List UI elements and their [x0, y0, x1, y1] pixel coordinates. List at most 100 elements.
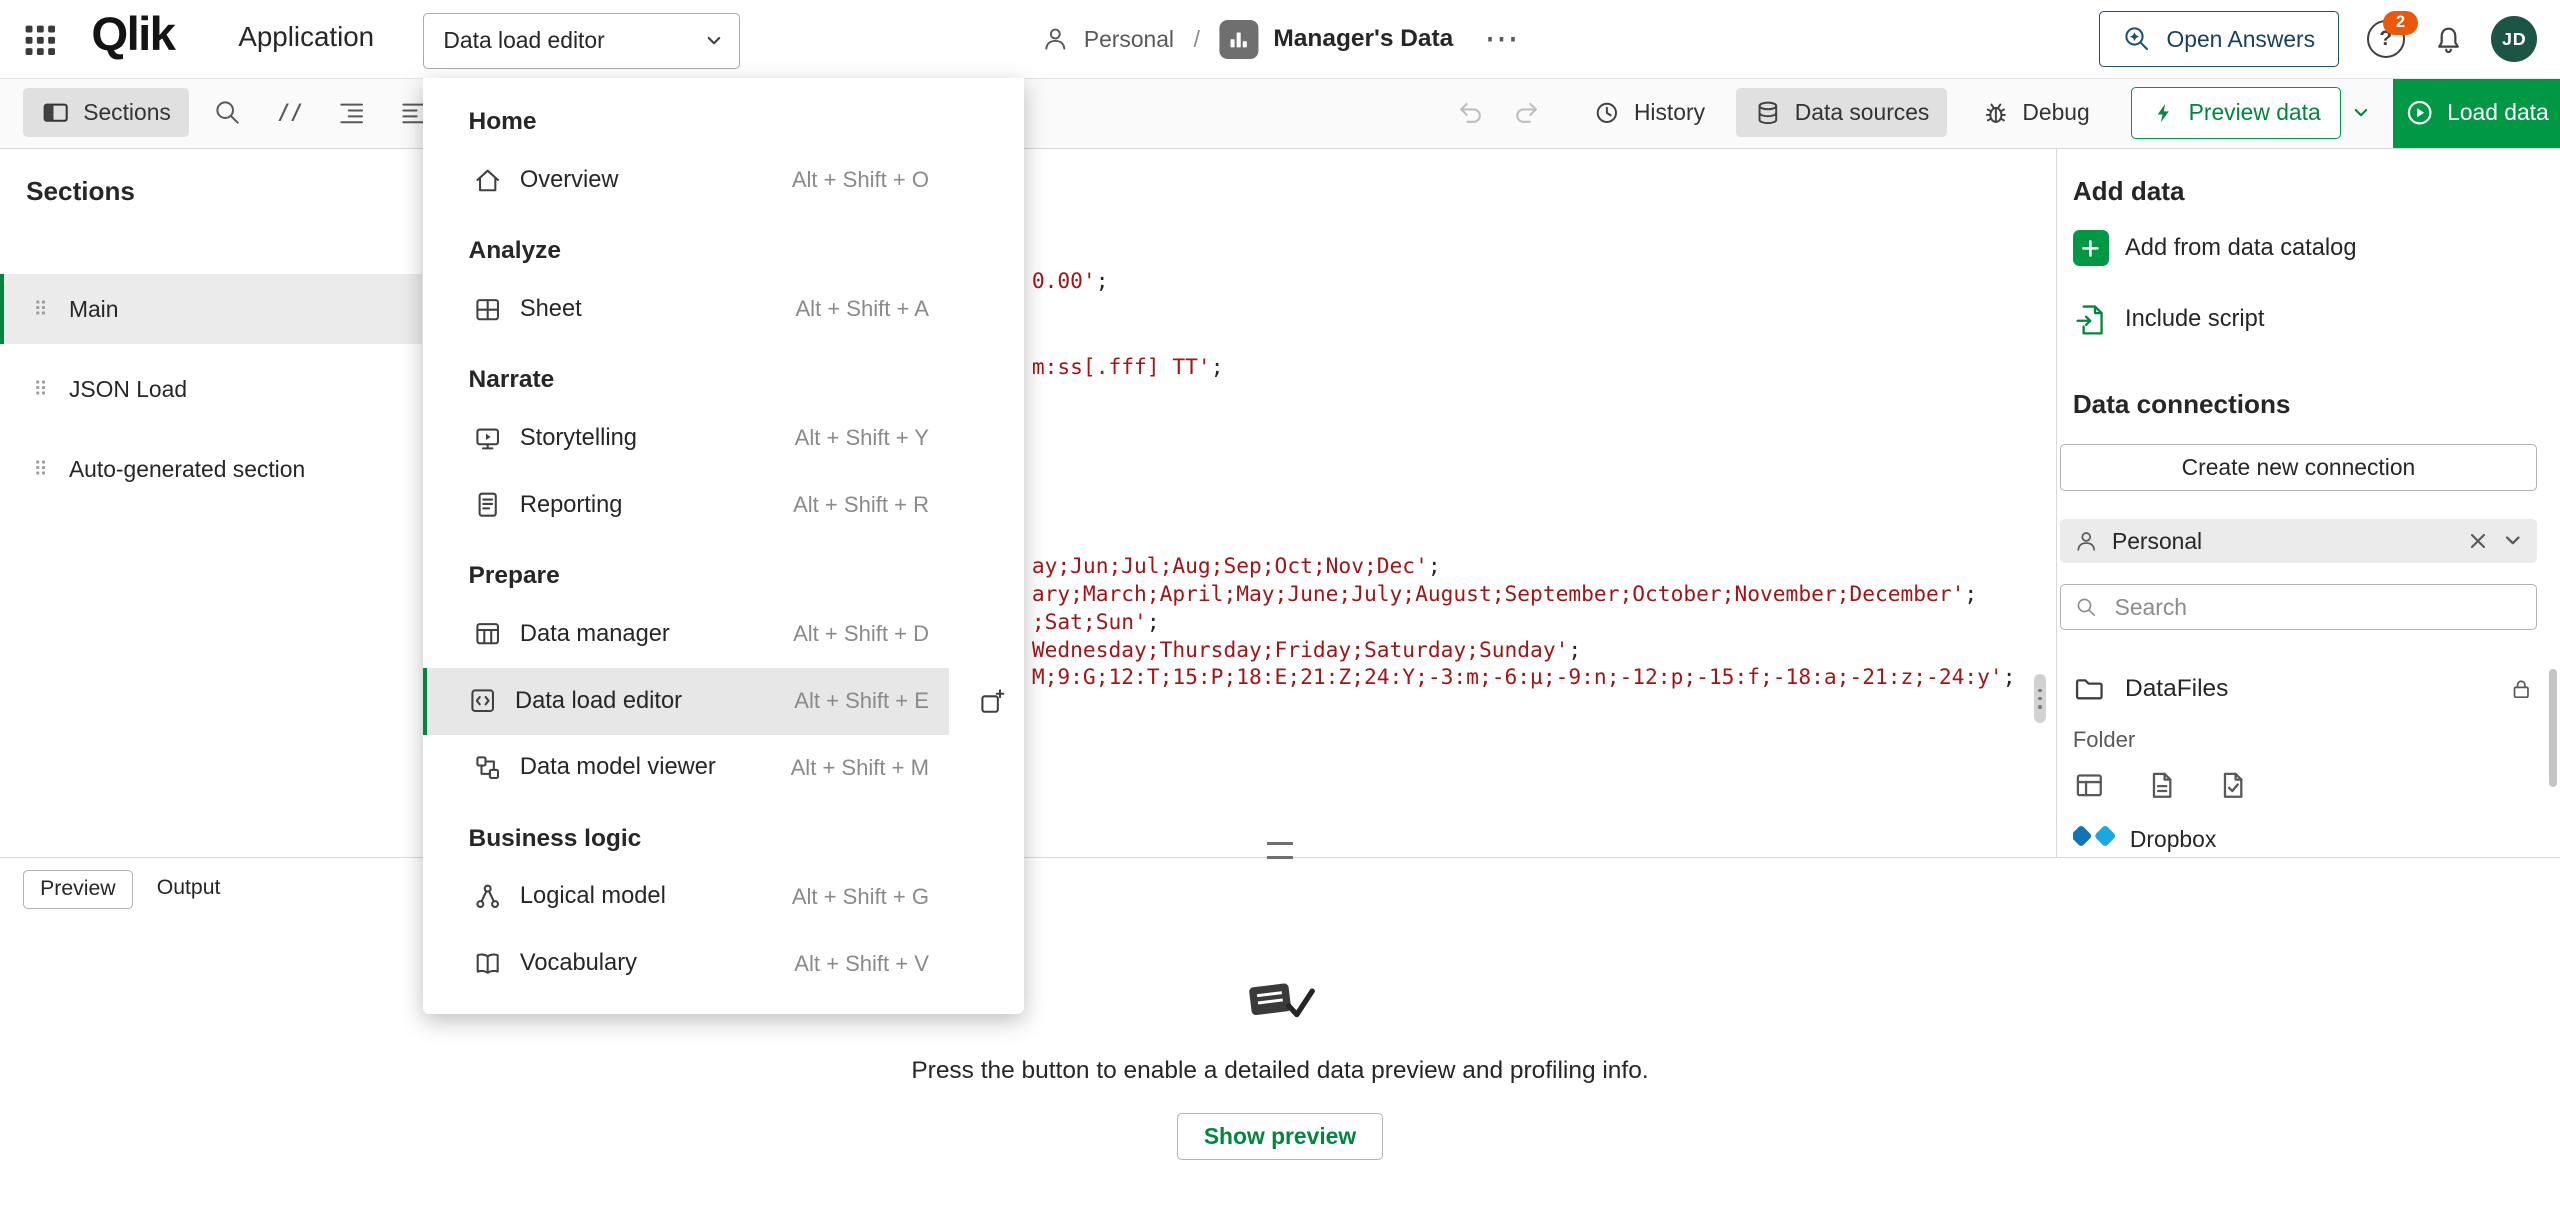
- select-data-icon[interactable]: [2216, 769, 2249, 802]
- drag-handle-icon[interactable]: ⠿: [33, 298, 47, 321]
- code-line: m:ss[.fff] TT';: [1032, 354, 1224, 382]
- code-line: ;Sat;Sun';: [1032, 609, 1160, 637]
- redo-icon[interactable]: [1503, 90, 1549, 136]
- vocabulary-book-icon: [473, 949, 502, 978]
- drag-handle-icon[interactable]: ⠿: [33, 378, 47, 401]
- load-data-label: Load data: [2447, 99, 2549, 126]
- menu-item-storytelling[interactable]: Storytelling Alt + Shift + Y: [423, 405, 949, 472]
- menu-item-label: Vocabulary: [520, 950, 637, 977]
- code-line: ay;Jun;Jul;Aug;Sep;Oct;Nov;Dec';: [1032, 553, 1441, 581]
- add-from-catalog-button[interactable]: Add from data catalog: [2073, 230, 2357, 266]
- open-answers-button[interactable]: Open Answers: [2099, 11, 2339, 67]
- person-icon: [2074, 529, 2098, 553]
- reporting-icon: [473, 490, 502, 519]
- notifications-bell-icon[interactable]: [2433, 24, 2464, 55]
- preview-data-split-chevron-icon[interactable]: [2345, 90, 2378, 136]
- section-item-json-load[interactable]: ⠿ JSON Load: [0, 354, 422, 424]
- search-input[interactable]: [2111, 592, 2521, 622]
- chevron-down-icon[interactable]: [2503, 531, 2523, 551]
- include-script-button[interactable]: Include script: [2073, 302, 2265, 338]
- sheet-icon: [473, 295, 502, 324]
- datafiles-connection-item[interactable]: DataFiles: [2073, 669, 2534, 708]
- home-icon: [473, 166, 502, 195]
- clear-filter-x-icon[interactable]: [2469, 532, 2487, 550]
- menu-item-data-load-editor[interactable]: Data load editor Alt + Shift + E: [423, 668, 949, 735]
- create-connection-label: Create new connection: [2182, 454, 2416, 481]
- connection-logo-diamonds-icon: [2073, 828, 2114, 844]
- person-icon: [1041, 25, 1069, 53]
- app-name[interactable]: Manager's Data: [1273, 25, 1453, 53]
- data-sources-label: Data sources: [1795, 99, 1930, 126]
- menu-group-header: Prepare: [469, 558, 1024, 594]
- sections-toggle-button[interactable]: Sections: [23, 88, 189, 137]
- preview-data-button[interactable]: Preview data: [2131, 87, 2342, 139]
- avatar[interactable]: JD: [2491, 16, 2537, 62]
- help-icon[interactable]: ? 2: [2367, 20, 2405, 58]
- history-clock-icon: [1593, 99, 1621, 127]
- view-switcher-dropdown[interactable]: Data load editor: [423, 13, 740, 69]
- panel-resize-handle[interactable]: [2034, 674, 2045, 723]
- include-script-label: Include script: [2125, 306, 2264, 333]
- panel-scrollbar[interactable]: [2549, 669, 2557, 787]
- add-data-title: Add data: [2073, 176, 2185, 207]
- app-icon: [1220, 20, 1259, 59]
- preview-data-label: Preview data: [2189, 99, 2321, 126]
- menu-group-header: Narrate: [469, 362, 1024, 398]
- add-from-catalog-label: Add from data catalog: [2125, 235, 2356, 262]
- top-bar-actions: Open Answers ? 2 JD: [2099, 0, 2538, 78]
- debug-button[interactable]: Debug: [1964, 88, 2108, 137]
- menu-item-label: Data model viewer: [520, 754, 716, 781]
- preview-panel: Preview Output Press the button to enabl…: [0, 857, 2560, 1219]
- menu-item-shortcut: Alt + Shift + Y: [795, 425, 929, 451]
- data-sources-button[interactable]: Data sources: [1736, 88, 1947, 137]
- menu-item-label: Data manager: [520, 621, 670, 648]
- menu-item-shortcut: Alt + Shift + M: [791, 755, 929, 781]
- connections-search-field[interactable]: [2060, 584, 2537, 630]
- indent-icon[interactable]: [329, 90, 375, 136]
- section-item-auto-generated[interactable]: ⠿ Auto-generated section: [0, 434, 422, 504]
- breadcrumb: Personal / Manager's Data ⋯: [1041, 0, 1518, 78]
- section-item-main[interactable]: ⠿ Main: [0, 274, 422, 344]
- load-data-button[interactable]: Load data: [2393, 78, 2560, 147]
- table-data-icon[interactable]: [2073, 769, 2106, 802]
- create-connection-button[interactable]: Create new connection: [2060, 444, 2537, 491]
- menu-item-shortcut: Alt + Shift + D: [793, 621, 929, 647]
- code-line: ary;March;April;May;June;July;August;Sep…: [1032, 581, 1977, 609]
- script-file-icon[interactable]: [2145, 769, 2178, 802]
- section-item-label: Auto-generated section: [69, 456, 305, 483]
- space-filter-dropdown[interactable]: Personal: [2060, 519, 2537, 563]
- menu-item-overview[interactable]: Overview Alt + Shift + O: [423, 147, 949, 214]
- sections-toggle-label: Sections: [83, 99, 171, 126]
- connection-label: Dropbox: [2130, 826, 2216, 853]
- menu-item-sheet[interactable]: Sheet Alt + Shift + A: [423, 276, 949, 343]
- code-line: 0.00';: [1032, 268, 1109, 296]
- menu-item-logical-model[interactable]: Logical model Alt + Shift + G: [423, 863, 949, 930]
- menu-item-label: Data load editor: [515, 688, 682, 715]
- space-name[interactable]: Personal: [1084, 26, 1174, 53]
- add-data-panel: Add data Add from data catalog Include s…: [2056, 149, 2560, 858]
- open-in-new-tab-icon[interactable]: [971, 680, 1013, 722]
- panel-drag-handle[interactable]: [1267, 842, 1293, 859]
- history-button[interactable]: History: [1575, 88, 1723, 137]
- sections-list: ⠿ Main ⠿ JSON Load ⠿ Auto-generated sect…: [0, 274, 422, 514]
- data-sources-icon: [1754, 99, 1782, 127]
- drag-handle-icon[interactable]: ⠿: [33, 458, 47, 481]
- show-preview-button[interactable]: Show preview: [1177, 1113, 1384, 1160]
- connection-type-label: Folder: [2073, 727, 2135, 753]
- app-launcher-grid-icon[interactable]: [21, 21, 60, 60]
- section-item-label: JSON Load: [69, 376, 187, 403]
- menu-item-data-manager[interactable]: Data manager Alt + Shift + D: [423, 601, 949, 668]
- menu-item-data-model-viewer[interactable]: Data model viewer Alt + Shift + M: [423, 735, 949, 802]
- menu-item-vocabulary[interactable]: Vocabulary Alt + Shift + V: [423, 930, 949, 997]
- connection-item-partial[interactable]: Dropbox: [2073, 823, 2216, 856]
- menu-item-shortcut: Alt + Shift + E: [794, 688, 929, 714]
- menu-item-reporting[interactable]: Reporting Alt + Shift + R: [423, 472, 949, 539]
- search-icon[interactable]: [205, 90, 251, 136]
- product-label: Application: [238, 21, 374, 53]
- menu-item-shortcut: Alt + Shift + R: [793, 492, 929, 518]
- undo-icon[interactable]: [1448, 90, 1494, 136]
- menu-item-shortcut: Alt + Shift + A: [795, 296, 929, 322]
- sections-panel-icon: [41, 98, 70, 127]
- app-options-menu-icon[interactable]: ⋯: [1484, 31, 1518, 47]
- comment-toggle-icon[interactable]: //: [267, 90, 313, 136]
